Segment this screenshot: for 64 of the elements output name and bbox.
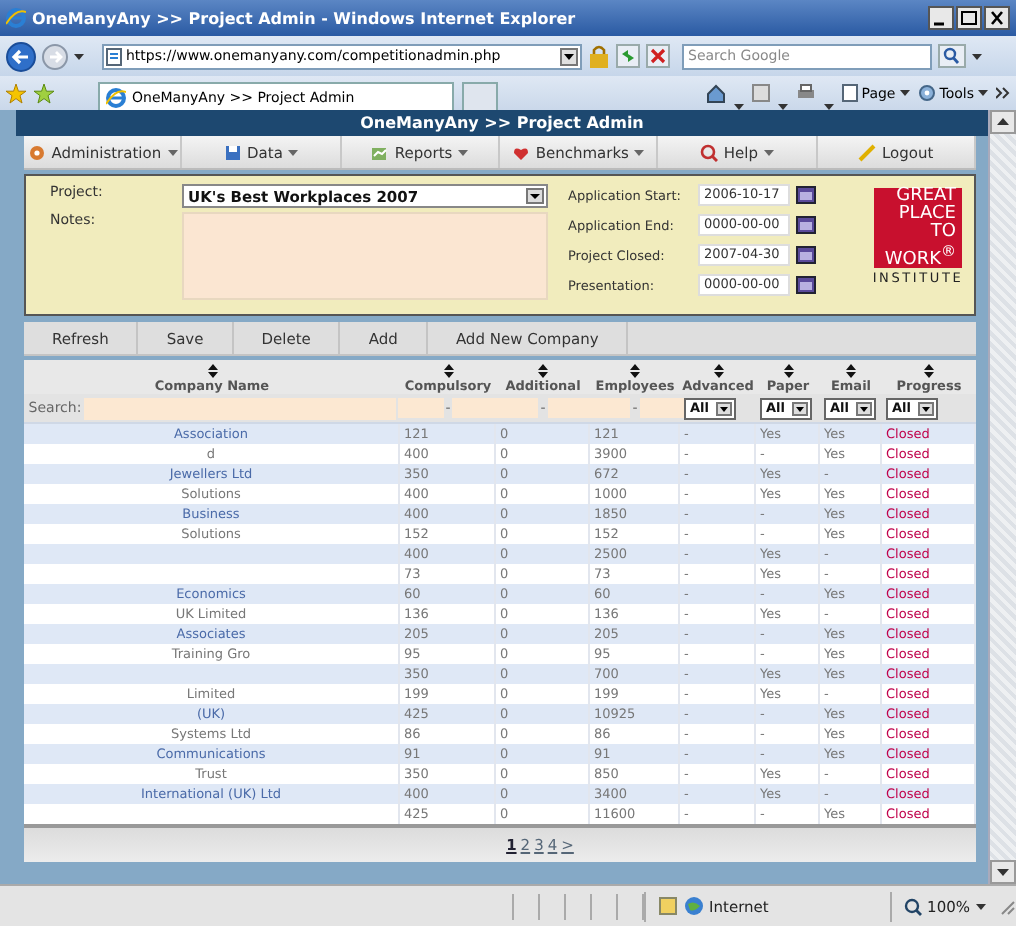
caret-icon bbox=[976, 903, 986, 909]
add-favorites-icon[interactable] bbox=[34, 83, 54, 103]
minimize-button[interactable] bbox=[928, 6, 954, 30]
dropdown-button[interactable] bbox=[560, 47, 578, 65]
magnifier-icon bbox=[903, 897, 922, 915]
dropdown-button bbox=[791, 401, 807, 415]
sort-icon[interactable] bbox=[924, 364, 934, 378]
close-button[interactable] bbox=[984, 6, 1010, 30]
ie-logo-icon bbox=[6, 8, 26, 28]
caret-icon bbox=[74, 53, 84, 59]
sort-icon[interactable] bbox=[783, 364, 793, 378]
dropdown-button bbox=[526, 188, 544, 204]
page-icon bbox=[106, 47, 122, 65]
range-to-field[interactable] bbox=[639, 398, 686, 418]
logo-text: TO bbox=[930, 223, 956, 241]
heart-icon bbox=[511, 143, 530, 161]
lock-icon bbox=[588, 44, 610, 68]
gear-icon bbox=[917, 84, 936, 102]
chart-icon bbox=[370, 143, 389, 161]
ie-logo-icon bbox=[106, 87, 126, 107]
refresh-button[interactable] bbox=[616, 44, 640, 68]
logo-text: GREAT bbox=[896, 187, 956, 205]
caret-icon bbox=[972, 53, 982, 59]
page-icon bbox=[841, 84, 858, 102]
sort-icon[interactable] bbox=[846, 364, 856, 378]
print-icon[interactable] bbox=[795, 84, 816, 102]
search-button[interactable] bbox=[938, 44, 966, 68]
forward-button[interactable] bbox=[42, 43, 68, 69]
back-button[interactable] bbox=[6, 41, 36, 71]
favorites-star-icon[interactable] bbox=[6, 83, 26, 103]
range-from-field[interactable] bbox=[492, 398, 539, 418]
chevron-icon[interactable] bbox=[996, 86, 1010, 100]
sort-icon[interactable] bbox=[630, 364, 640, 378]
sort-icon[interactable] bbox=[538, 364, 548, 378]
sort-icon[interactable] bbox=[713, 364, 723, 378]
caret-icon bbox=[978, 90, 988, 96]
search-field[interactable] bbox=[83, 397, 396, 419]
dropdown-button bbox=[855, 401, 871, 415]
home-icon[interactable] bbox=[705, 83, 726, 103]
scrollbar[interactable] bbox=[988, 110, 1016, 884]
dropdown-button bbox=[917, 401, 933, 415]
logo-text: WORK$^{®}$ bbox=[884, 241, 956, 269]
sort-icon[interactable] bbox=[443, 364, 453, 378]
dropdown-button bbox=[715, 401, 731, 415]
sort-icon[interactable] bbox=[207, 364, 217, 378]
page-header: OneManyAny >> Project Admin bbox=[16, 110, 988, 136]
caret-icon bbox=[458, 149, 469, 155]
stop-button[interactable] bbox=[646, 44, 670, 68]
scroll-up-icon[interactable] bbox=[990, 110, 1016, 134]
resize-grip-icon[interactable] bbox=[998, 897, 1016, 915]
maximize-button[interactable] bbox=[956, 6, 982, 30]
caret-icon bbox=[634, 149, 645, 155]
feeds-icon[interactable] bbox=[751, 84, 770, 102]
caret-icon bbox=[764, 149, 775, 155]
protected-mode-icon bbox=[657, 896, 678, 916]
globe-icon bbox=[683, 896, 704, 916]
caret-icon bbox=[288, 149, 299, 155]
scroll-down-icon[interactable] bbox=[990, 860, 1016, 884]
magnifier-icon bbox=[699, 143, 718, 161]
logo-text: PLACE bbox=[898, 205, 956, 223]
range-from-field[interactable] bbox=[397, 398, 444, 418]
caret-icon bbox=[167, 149, 178, 155]
window-title: OneManyAny >> Project Admin - Windows Internet Explorer bbox=[32, 9, 578, 27]
caret-icon bbox=[899, 90, 910, 96]
